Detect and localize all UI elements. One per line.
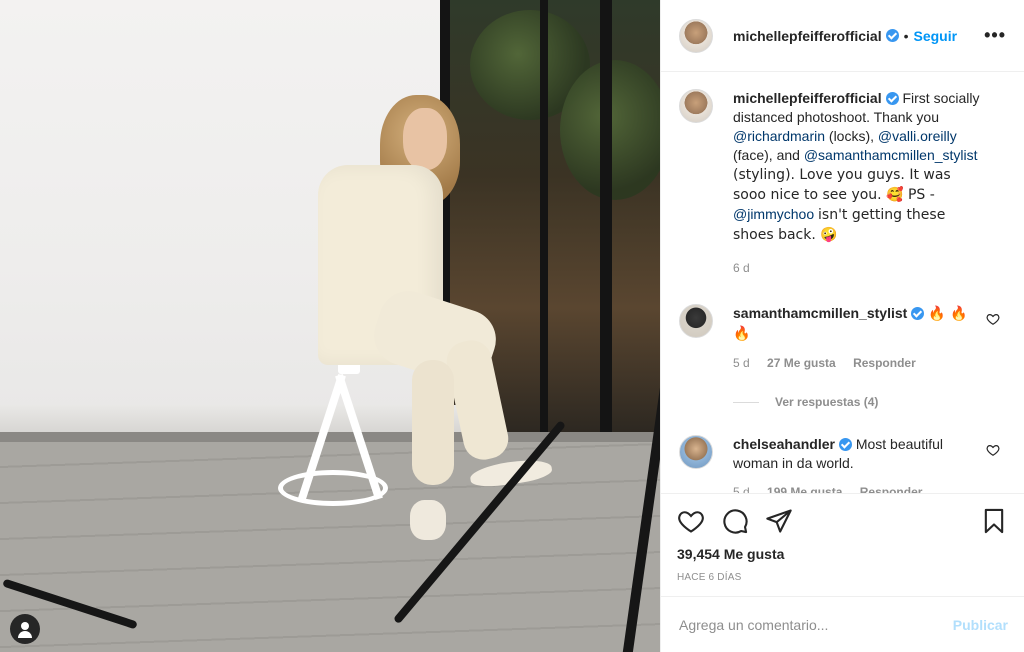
post-header: michellepfeifferofficial • Seguir ••• [661, 0, 1024, 72]
comments-list[interactable]: michellepfeifferofficial First socially … [661, 73, 1024, 493]
figure-face [403, 108, 447, 170]
mention-link[interactable]: @valli.oreilly [878, 128, 957, 144]
follow-button[interactable]: Seguir [914, 28, 958, 44]
post-time[interactable]: HACE 6 DÍAS [677, 572, 1008, 583]
verified-icon [911, 307, 925, 320]
verified-icon [885, 92, 899, 105]
caption: michellepfeifferofficial First socially … [679, 89, 1006, 278]
post-actions: 39,454 Me gusta HACE 6 DÍAS [661, 493, 1024, 598]
comment-composer: Publicar [661, 596, 1024, 652]
floor-shadow [0, 432, 660, 442]
comment-likes[interactable]: 27 Me gusta [767, 356, 836, 370]
figure-shoe [410, 500, 446, 540]
separator-dot: • [903, 27, 909, 44]
heart-icon[interactable] [986, 312, 1000, 326]
avatar[interactable] [679, 435, 713, 469]
author-username[interactable]: michellepfeifferofficial [733, 28, 882, 44]
verified-icon [838, 438, 852, 451]
comment-item: samanthamcmillen_stylist 🔥 🔥🔥 5 d 27 Me … [679, 304, 1006, 373]
reply-button[interactable]: Responder [860, 485, 923, 493]
heart-icon[interactable] [677, 507, 705, 535]
more-options-icon[interactable]: ••• [984, 25, 1006, 46]
comment-likes[interactable]: 199 Me gusta [767, 485, 842, 493]
post-comment-button[interactable]: Publicar [953, 617, 1008, 633]
window-frame [540, 0, 548, 440]
view-replies-button[interactable]: Ver respuestas (4) [733, 395, 1006, 409]
caption-text: (locks), [828, 128, 875, 144]
comment-username[interactable]: samanthamcmillen_stylist [733, 305, 907, 321]
floor [0, 432, 660, 652]
avatar[interactable] [679, 304, 713, 338]
comment-icon[interactable] [721, 507, 749, 535]
caption-age[interactable]: 6 d [733, 261, 750, 275]
caption-text: (face), and [733, 147, 800, 163]
figure-leg [412, 360, 454, 485]
caption-text: (styling). Love you guys. It was sooo ni… [733, 167, 951, 203]
window-frame [600, 0, 612, 440]
reply-button[interactable]: Responder [853, 356, 916, 370]
bookmark-icon[interactable] [980, 507, 1008, 535]
post-photo[interactable] [0, 0, 660, 652]
comment-age[interactable]: 5 d [733, 485, 750, 493]
heart-icon[interactable] [986, 443, 1000, 457]
replies-divider [733, 401, 759, 403]
avatar[interactable] [679, 89, 713, 123]
likes-count[interactable]: 39,454 Me gusta [677, 546, 1008, 562]
comment-username[interactable]: chelseahandler [733, 436, 835, 452]
view-replies-label: Ver respuestas (4) [775, 395, 879, 409]
post-side-panel: michellepfeifferofficial • Seguir ••• mi… [660, 0, 1024, 652]
user-tag-icon[interactable] [10, 614, 40, 644]
mention-link[interactable]: @richardmarin [733, 128, 825, 144]
caption-username[interactable]: michellepfeifferofficial [733, 90, 882, 106]
comment-input[interactable] [679, 616, 953, 633]
avatar[interactable] [679, 18, 713, 53]
action-icons [677, 506, 1008, 536]
instagram-post: michellepfeifferofficial • Seguir ••• mi… [0, 0, 1024, 652]
comment-item: chelseahandler Most beautiful woman in d… [679, 435, 1006, 493]
mention-link[interactable]: @samanthamcmillen_stylist [804, 147, 978, 163]
comment-age[interactable]: 5 d [733, 356, 750, 370]
mention-link[interactable]: @jimmychoo [733, 206, 814, 222]
stool-ring [278, 470, 388, 506]
verified-icon [885, 29, 899, 42]
share-icon[interactable] [765, 507, 793, 535]
